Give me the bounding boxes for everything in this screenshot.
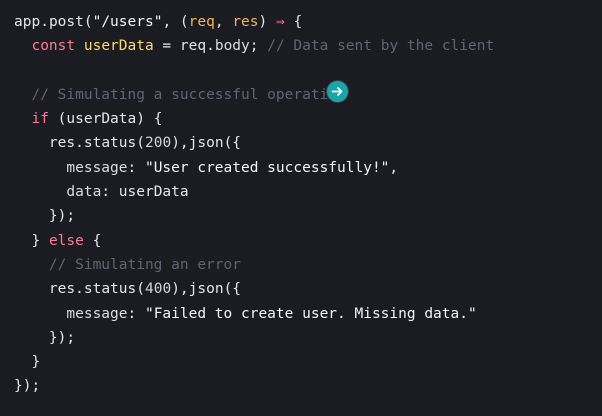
code-line: if (userData) { — [14, 107, 602, 131]
code-token: : — [127, 159, 145, 176]
code-token: : — [127, 305, 145, 322]
code-token: if — [31, 111, 49, 128]
code-token: status — [83, 135, 137, 152]
code-line: message: "User created successfully!", — [14, 156, 602, 180]
code-token: res — [48, 135, 76, 152]
code-token: req — [188, 14, 215, 30]
arrow-right-icon — [331, 87, 343, 96]
code-token: userData — [118, 184, 189, 201]
code-line: data: userData — [14, 180, 602, 204]
code-line: // Simulating a successful operation — [14, 83, 602, 107]
code-token: res — [48, 281, 76, 298]
code-token: req — [179, 38, 207, 55]
code-token: = — [153, 38, 180, 55]
code-token: } — [31, 354, 41, 371]
code-token: app — [14, 14, 41, 30]
code-line: }); — [14, 204, 602, 228]
code-token: 400 — [144, 281, 172, 298]
code-token: ({ — [223, 135, 242, 152]
code-token: }); — [14, 378, 41, 395]
code-token: , — [214, 14, 233, 30]
code-token: json — [188, 135, 224, 152]
code-token: json — [188, 281, 224, 298]
code-token: body — [214, 38, 250, 55]
code-token: // Data sent by the client — [267, 38, 495, 55]
code-token: "Failed to create user. Missing data." — [144, 305, 477, 322]
code-token: // Simulating an error — [48, 256, 241, 273]
code-token: ; — [249, 38, 268, 55]
code-line: const userData = req.body; // Data sent … — [14, 34, 602, 58]
code-token: . — [206, 38, 215, 55]
code-token: ) { — [136, 111, 163, 128]
code-token: ( — [136, 135, 145, 152]
code-token: "User created successfully!" — [144, 159, 390, 176]
code-token: data — [66, 184, 102, 201]
code-token: message — [66, 305, 128, 322]
code-token: ( — [48, 111, 67, 128]
code-editor[interactable]: app.post("/users", (req, res) ⇒ { const … — [0, 0, 602, 416]
code-line: }); — [14, 326, 602, 350]
code-token: ( — [136, 281, 145, 298]
code-token: ), — [171, 281, 189, 298]
code-token: userData — [66, 111, 137, 128]
code-line: res.status(200),json({ — [14, 131, 602, 155]
code-token: "/users" — [92, 14, 163, 30]
code-token: }); — [48, 329, 76, 346]
code-token: // Simulating a successful operation — [31, 86, 346, 103]
code-line: } — [14, 350, 602, 374]
code-line: res.status(400),json({ — [14, 277, 602, 301]
code-token: . — [75, 281, 84, 298]
code-token: status — [83, 281, 137, 298]
code-token: . — [40, 14, 49, 30]
code-token: . — [75, 135, 84, 152]
code-token: ), — [171, 135, 189, 152]
code-token: post — [48, 14, 84, 30]
code-token: , — [389, 159, 399, 176]
code-token: userData — [83, 38, 154, 55]
code-block: app.post("/users", (req, res) ⇒ { const … — [14, 10, 602, 399]
code-token: else — [48, 232, 84, 249]
code-line: app.post("/users", (req, res) ⇒ { — [14, 10, 602, 34]
code-token: }); — [48, 208, 76, 225]
code-line: // Simulating an error — [14, 253, 602, 277]
pointer-cursor — [327, 81, 348, 102]
code-token: ({ — [223, 281, 242, 298]
code-token: res — [232, 14, 259, 30]
code-line: } else { — [14, 229, 602, 253]
code-token: const — [31, 38, 84, 55]
code-token: , ( — [162, 14, 189, 30]
code-token: } — [31, 232, 49, 249]
code-token: { — [83, 232, 102, 249]
code-line: }); — [14, 374, 602, 398]
code-token: : — [101, 184, 119, 201]
code-token: ) — [258, 14, 276, 30]
code-token: ( — [83, 14, 93, 30]
code-line: message: "Failed to create user. Missing… — [14, 302, 602, 326]
code-token: message — [66, 159, 128, 176]
code-token: ⇒ — [275, 14, 285, 30]
code-token: 200 — [144, 135, 172, 152]
code-token: { — [284, 14, 303, 30]
